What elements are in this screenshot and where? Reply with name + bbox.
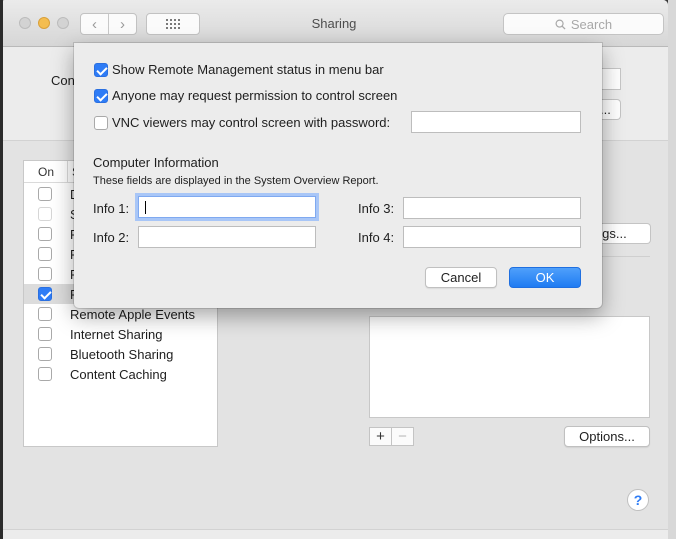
info3-field[interactable] [403,197,581,219]
info1-label: Info 1: [93,201,130,216]
service-label: Content Caching [70,366,167,382]
service-checkbox[interactable] [38,307,52,321]
computer-name-label: Con [51,73,75,88]
column-header-on: On [24,161,68,182]
info2-label: Info 2: [93,230,130,245]
show-status-label[interactable]: Show Remote Management status in menu ba… [112,62,384,77]
desktop-edge-left [0,0,3,539]
vnc-password-input[interactable] [412,112,580,132]
info4-input[interactable] [404,227,580,247]
info2-field[interactable] [138,226,316,248]
allowed-users-list[interactable] [369,316,650,418]
info1-input[interactable] [139,197,315,217]
info4-label: Info 4: [358,230,395,245]
remove-user-button: − [398,428,407,445]
search-field[interactable]: Search [503,13,664,35]
add-user-button[interactable]: + [370,428,392,445]
anyone-request-checkbox[interactable] [94,89,108,103]
show-status-checkbox[interactable] [94,63,108,77]
service-row[interactable]: Content Caching [24,364,217,384]
cancel-button[interactable]: Cancel [425,267,497,288]
service-row[interactable]: Bluetooth Sharing [24,344,217,364]
search-icon [555,19,566,30]
options-button[interactable]: Options... [564,426,650,447]
service-checkbox[interactable] [38,227,52,241]
ok-button[interactable]: OK [509,267,581,288]
help-button[interactable]: ? [627,489,649,511]
info3-label: Info 3: [358,201,395,216]
info3-input[interactable] [404,198,580,218]
service-checkbox[interactable] [38,287,52,301]
add-remove-control: + − [369,427,414,446]
search-placeholder: Search [570,16,613,32]
info1-field[interactable] [138,196,316,218]
vnc-password-checkbox[interactable] [94,116,108,130]
computer-info-subtitle: These fields are displayed in the System… [93,175,379,187]
service-checkbox[interactable] [38,247,52,261]
vnc-password-field[interactable] [411,111,581,133]
info2-input[interactable] [139,227,315,247]
service-checkbox[interactable] [38,367,52,381]
title-bar: ‹ › Sharing Search [0,0,668,47]
service-checkbox[interactable] [38,187,52,201]
computer-settings-sheet: Show Remote Management status in menu ba… [74,43,602,308]
text-caret [145,201,146,214]
service-label: Remote Apple Events [70,306,196,322]
info4-field[interactable] [403,226,581,248]
service-label: Internet Sharing [70,326,163,342]
service-checkbox [38,207,52,221]
vnc-password-label[interactable]: VNC viewers may control screen with pass… [112,115,390,130]
desktop-edge-right [668,0,676,539]
service-label: Bluetooth Sharing [70,346,174,362]
service-checkbox[interactable] [38,267,52,281]
service-row[interactable]: Internet Sharing [24,324,217,344]
service-checkbox[interactable] [38,327,52,341]
computer-info-title: Computer Information [93,155,219,170]
service-checkbox[interactable] [38,347,52,361]
anyone-request-label[interactable]: Anyone may request permission to control… [112,88,397,103]
